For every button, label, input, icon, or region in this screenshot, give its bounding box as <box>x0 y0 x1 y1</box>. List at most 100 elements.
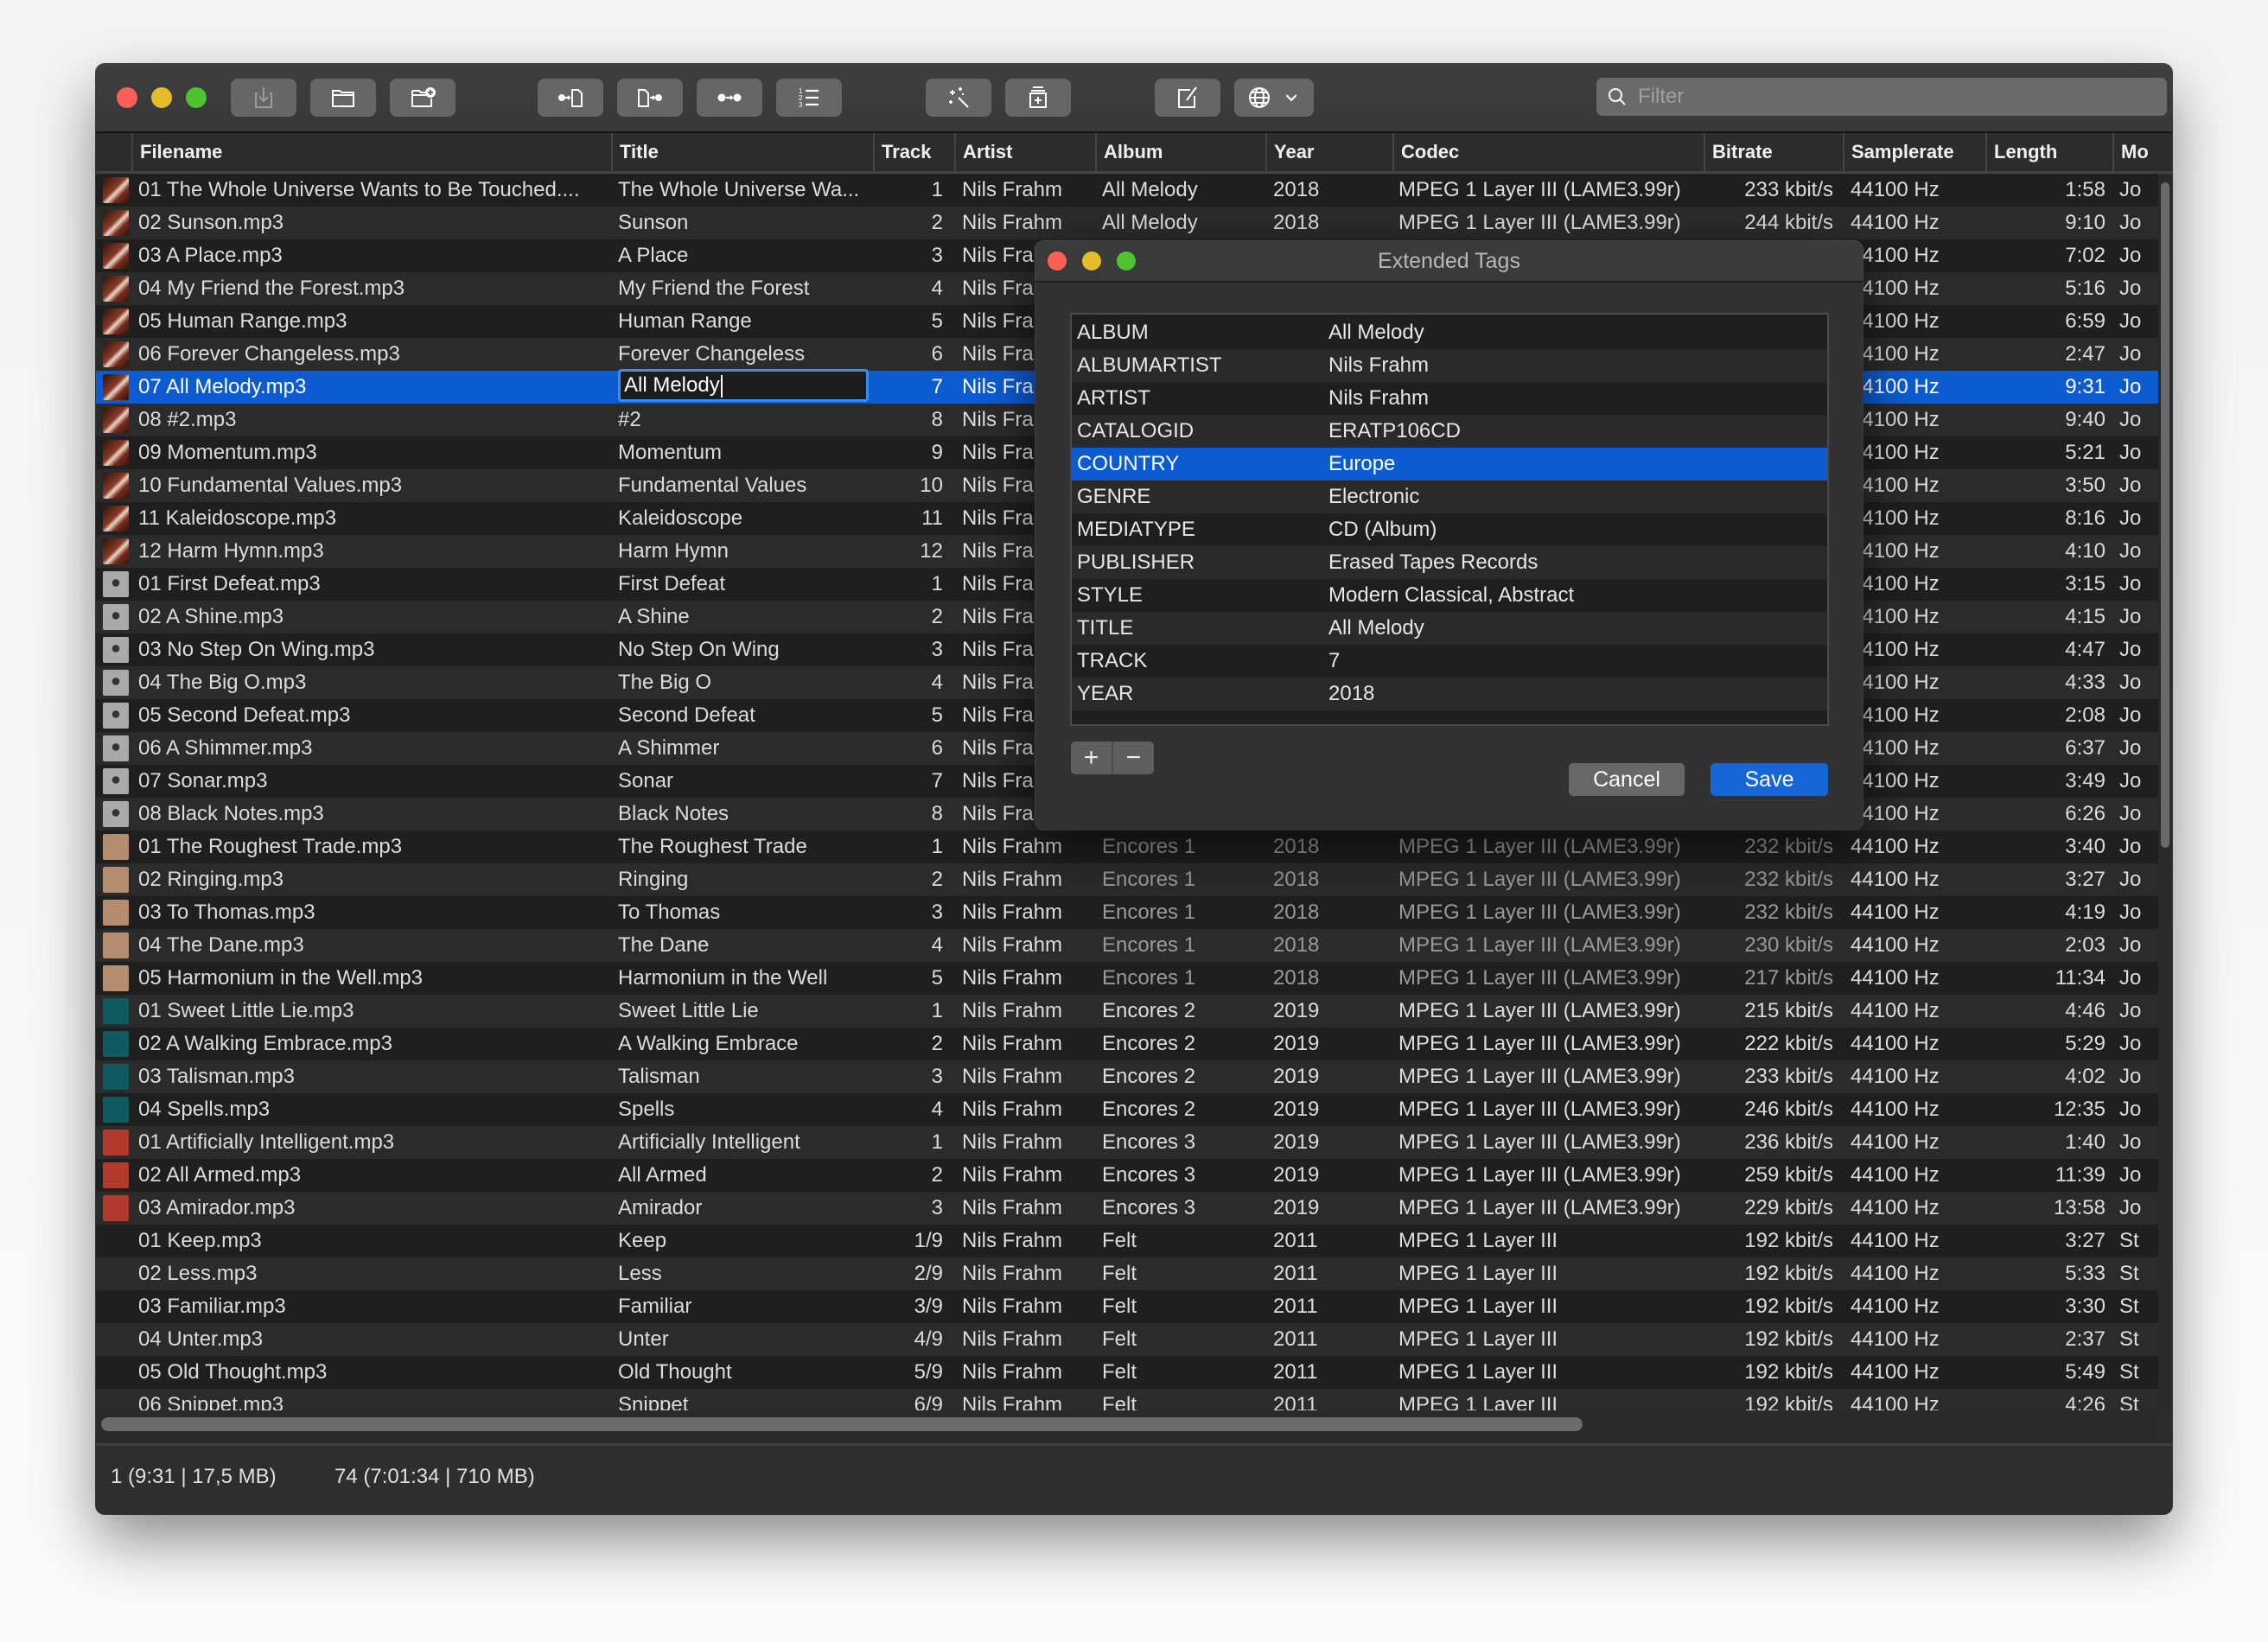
table-row[interactable]: 02 Sunson.mp3 Sunson 2 Nils Frahm All Melody… <box>96 207 2158 239</box>
table-row[interactable]: 03 To Thomas.mp3 To Thomas 3 Nils Frahm Enco… <box>96 896 2158 929</box>
edit-button[interactable] <box>1155 79 1220 117</box>
filter-field[interactable] <box>1596 78 2167 116</box>
horizontal-scroll-thumb[interactable] <box>101 1417 1583 1431</box>
cell-filename: 04 The Dane.mp3 <box>138 933 304 957</box>
cell-length: 6:37 <box>2065 736 2106 760</box>
tag-row[interactable]: YEAR 2018 <box>1072 678 1827 710</box>
table-row[interactable]: 03 Talisman.mp3 Talisman 3 Nils Frahm Encore… <box>96 1060 2158 1093</box>
tag-value[interactable]: Electronic <box>1328 481 1419 513</box>
title-edit-field[interactable]: All Melody <box>618 369 869 402</box>
save-button[interactable]: Save <box>1711 763 1828 796</box>
tag-value[interactable]: 7 <box>1328 645 1340 678</box>
cell-year: 2018 <box>1273 868 1320 891</box>
horizontal-scrollbar[interactable] <box>96 1410 2158 1440</box>
cell-filename: 06 Forever Changeless.mp3 <box>138 342 400 366</box>
table-row[interactable]: 03 Amirador.mp3 Amirador 3 Nils Frahm Encore… <box>96 1192 2158 1225</box>
cell-samplerate: 44100 Hz <box>1851 638 1940 661</box>
autonumber-button[interactable]: 123 <box>776 79 842 117</box>
import-button[interactable] <box>231 79 296 117</box>
table-row[interactable]: 01 Artificially Intelligent.mp3 Artificia… <box>96 1126 2158 1159</box>
actions-button[interactable] <box>1005 79 1071 117</box>
tags-to-filename-button[interactable] <box>538 79 603 117</box>
minimize-button[interactable] <box>151 87 172 108</box>
tag-value[interactable]: Nils Frahm <box>1328 349 1429 382</box>
tag-value[interactable]: CD (Album) <box>1328 513 1437 546</box>
cell-title: A Walking Embrace <box>618 1032 799 1055</box>
table-row[interactable]: 01 The Whole Universe Wants to Be Touche… <box>96 174 2158 207</box>
cell-samplerate: 44100 Hz <box>1851 1065 1940 1088</box>
column-header-title[interactable]: Title <box>611 133 873 171</box>
table-row[interactable]: 02 Ringing.mp3 Ringing 2 Nils Frahm Encores … <box>96 863 2158 896</box>
table-row[interactable]: 05 Old Thought.mp3 Old Thought 5/9 Nils Fra… <box>96 1356 2158 1389</box>
tag-row[interactable]: PUBLISHER Erased Tapes Records <box>1072 546 1827 579</box>
zoom-button[interactable] <box>186 87 207 108</box>
open-folder-button[interactable] <box>310 79 376 117</box>
column-header-bitrate[interactable]: Bitrate <box>1704 133 1843 171</box>
tag-row[interactable]: GENRE Electronic <box>1072 481 1827 513</box>
cell-length: 5:29 <box>2065 1032 2106 1055</box>
column-header-album[interactable]: Album <box>1095 133 1265 171</box>
cell-filename: 03 No Step On Wing.mp3 <box>138 638 375 661</box>
filter-input[interactable] <box>1636 84 2158 110</box>
table-row[interactable]: 04 Unter.mp3 Unter 4/9 Nils Frahm Felt 2011 MP… <box>96 1323 2158 1356</box>
table-row[interactable]: 02 All Armed.mp3 All Armed 2 Nils Frahm Enco… <box>96 1159 2158 1192</box>
file-to-tag-icon <box>638 89 662 107</box>
table-row[interactable]: 02 Less.mp3 Less 2/9 Nils Frahm Felt 2011 MPEG… <box>96 1257 2158 1290</box>
tag-row[interactable]: ALBUM All Melody <box>1072 316 1827 349</box>
column-header-artist[interactable]: Artist <box>954 133 1095 171</box>
table-row[interactable]: 01 The Roughest Trade.mp3 The Roughest Tr… <box>96 831 2158 863</box>
cell-track: 3 <box>931 1065 943 1088</box>
magic-wand-button[interactable] <box>926 79 991 117</box>
tag-row[interactable]: CATALOGID ERATP106CD <box>1072 415 1827 448</box>
tag-to-tag-button[interactable] <box>697 79 762 117</box>
cancel-button[interactable]: Cancel <box>1569 763 1685 796</box>
cell-track: 6/9 <box>914 1393 943 1410</box>
cell-bitrate: 192 kbit/s <box>1744 1229 1833 1252</box>
vertical-scroll-thumb[interactable] <box>2161 182 2169 848</box>
tag-row[interactable]: MEDIATYPE CD (Album) <box>1072 513 1827 546</box>
tag-value[interactable]: 2018 <box>1328 678 1374 710</box>
cell-length: 3:49 <box>2065 769 2106 792</box>
table-row[interactable]: 03 Familiar.mp3 Familiar 3/9 Nils Frahm Felt… <box>96 1290 2158 1323</box>
tag-row[interactable]: TITLE All Melody <box>1072 612 1827 645</box>
cell-album: All Melody <box>1102 211 1198 234</box>
table-row[interactable]: 01 Sweet Little Lie.mp3 Sweet Little Lie 1… <box>96 995 2158 1028</box>
column-header-more[interactable]: Mo <box>2112 133 2158 171</box>
table-row[interactable]: 02 A Walking Embrace.mp3 A Walking Embrac… <box>96 1028 2158 1060</box>
tag-value[interactable]: All Melody <box>1328 316 1424 349</box>
table-row[interactable]: 04 Spells.mp3 Spells 4 Nils Frahm Encores 2 2… <box>96 1093 2158 1126</box>
close-button[interactable] <box>117 87 137 108</box>
tag-key: TRACK <box>1077 649 1148 672</box>
tag-value[interactable]: Europe <box>1328 448 1395 481</box>
add-tag-button[interactable]: + <box>1071 741 1112 774</box>
column-header-length[interactable]: Length <box>1985 133 2112 171</box>
remove-tag-button[interactable]: − <box>1112 741 1154 774</box>
cell-bitrate: 232 kbit/s <box>1744 868 1833 891</box>
filename-to-tags-button[interactable] <box>617 79 683 117</box>
tag-value[interactable]: Modern Classical, Abstract <box>1328 579 1574 612</box>
column-header-samplerate[interactable]: Samplerate <box>1843 133 1985 171</box>
column-header-filename[interactable]: Filename <box>131 133 611 171</box>
table-row[interactable]: 01 Keep.mp3 Keep 1/9 Nils Frahm Felt 2011 MPEG… <box>96 1225 2158 1257</box>
add-folder-button[interactable] <box>390 79 456 117</box>
tag-row[interactable]: ARTIST Nils Frahm <box>1072 382 1827 415</box>
table-row[interactable]: 05 Harmonium in the Well.mp3 Harmonium in… <box>96 962 2158 995</box>
table-row[interactable]: 04 The Dane.mp3 The Dane 4 Nils Frahm Encore… <box>96 929 2158 962</box>
table-row[interactable]: 06 Snippet.mp3 Snippet 6/9 Nils Frahm Felt 20… <box>96 1389 2158 1410</box>
vertical-scrollbar[interactable] <box>2158 174 2172 1410</box>
cell-length: 4:46 <box>2065 999 2106 1022</box>
tag-value[interactable]: All Melody <box>1328 612 1424 645</box>
cell-more: Jo <box>2119 638 2142 661</box>
tag-row[interactable]: TRACK 7 <box>1072 645 1827 678</box>
column-header-track[interactable]: Track <box>873 133 954 171</box>
tag-value[interactable]: ERATP106CD <box>1328 415 1461 448</box>
column-header-year[interactable]: Year <box>1265 133 1392 171</box>
web-sources-button[interactable] <box>1234 79 1314 117</box>
column-header-codec[interactable]: Codec <box>1392 133 1704 171</box>
tag-value[interactable]: Nils Frahm <box>1328 382 1429 415</box>
tag-row[interactable]: ALBUMARTIST Nils Frahm <box>1072 349 1827 382</box>
tag-row-selected[interactable]: COUNTRY Europe <box>1072 448 1827 481</box>
tag-row[interactable]: STYLE Modern Classical, Abstract <box>1072 579 1827 612</box>
cell-album: Encores 2 <box>1102 1098 1196 1121</box>
tag-value[interactable]: Erased Tapes Records <box>1328 546 1538 579</box>
